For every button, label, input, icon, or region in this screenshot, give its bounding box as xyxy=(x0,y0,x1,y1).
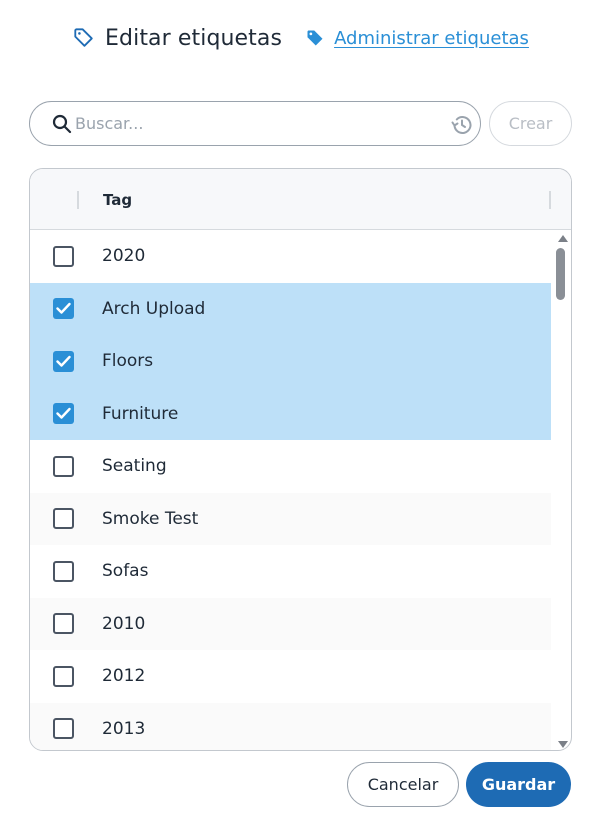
table-row[interactable]: 2013 xyxy=(30,702,551,750)
table-row[interactable]: 2010 xyxy=(30,597,551,650)
history-icon[interactable] xyxy=(450,113,474,137)
search-box[interactable] xyxy=(29,101,481,146)
row-checkbox[interactable] xyxy=(53,350,74,372)
checkmark-icon xyxy=(56,408,71,419)
manage-tags-label[interactable]: Administrar etiquetas xyxy=(334,28,529,49)
column-header-tag[interactable]: Tag xyxy=(103,191,132,209)
scroll-up-arrow-icon[interactable] xyxy=(558,235,568,242)
tags-table: Tag 2020 Arch Upload Floors Furniture Seatin… xyxy=(29,168,572,751)
create-button[interactable]: Crear xyxy=(489,101,572,146)
table-row[interactable]: Smoke Test xyxy=(30,492,551,545)
checkmark-icon xyxy=(56,355,71,367)
dialog-header: Editar etiquetas Administrar etiquetas xyxy=(0,22,602,54)
row-checkbox[interactable] xyxy=(53,508,74,530)
row-checkbox[interactable] xyxy=(53,560,74,582)
cancel-button[interactable]: Cancelar xyxy=(347,762,459,807)
row-label: 2013 xyxy=(102,718,146,739)
title-group: Editar etiquetas xyxy=(73,26,282,51)
dialog-title: Editar etiquetas xyxy=(105,25,283,51)
row-label: Smoke Test xyxy=(102,508,199,529)
row-checkbox[interactable] xyxy=(53,298,74,320)
manage-tags-link[interactable]: Administrar etiquetas xyxy=(306,28,529,49)
tags-list: 2020 Arch Upload Floors Furniture Seating Smo… xyxy=(30,230,551,750)
row-checkbox[interactable] xyxy=(53,403,74,425)
search-icon xyxy=(52,114,72,134)
scroll-thumb[interactable] xyxy=(556,248,565,300)
row-checkbox[interactable] xyxy=(53,718,74,740)
scroll-down-arrow-icon[interactable] xyxy=(558,741,568,748)
table-row[interactable]: Furniture xyxy=(30,387,551,440)
table-header: Tag xyxy=(30,169,571,230)
table-row[interactable]: Floors xyxy=(30,335,551,388)
header-divider xyxy=(77,191,79,209)
table-row[interactable]: 2020 xyxy=(30,230,551,283)
row-label: Seating xyxy=(102,456,167,477)
tag-filled-icon xyxy=(306,29,324,47)
table-row[interactable]: 2012 xyxy=(30,650,551,703)
search-row: Crear xyxy=(29,101,572,146)
tag-outline-icon xyxy=(73,27,95,49)
table-row[interactable]: Seating xyxy=(30,440,551,493)
row-label: Sofas xyxy=(102,561,149,582)
row-label: 2010 xyxy=(102,613,146,634)
row-checkbox[interactable] xyxy=(53,665,74,687)
table-row[interactable]: Arch Upload xyxy=(30,282,551,335)
row-label: Arch Upload xyxy=(102,298,206,319)
edit-tags-dialog: Editar etiquetas Administrar etiquetas B… xyxy=(0,0,602,816)
search-input[interactable] xyxy=(75,102,445,145)
row-label: 2020 xyxy=(102,246,146,267)
row-label: Furniture xyxy=(102,403,179,424)
row-label: Floors xyxy=(102,351,154,372)
row-checkbox[interactable] xyxy=(53,455,74,477)
save-button[interactable]: Guardar xyxy=(466,762,571,807)
scrollbar[interactable] xyxy=(551,230,571,750)
table-row[interactable]: Sofas xyxy=(30,545,551,598)
row-label: 2012 xyxy=(102,666,146,687)
header-divider xyxy=(549,191,551,209)
row-checkbox[interactable] xyxy=(53,245,74,267)
checkmark-icon xyxy=(56,303,71,314)
row-checkbox[interactable] xyxy=(53,613,74,635)
